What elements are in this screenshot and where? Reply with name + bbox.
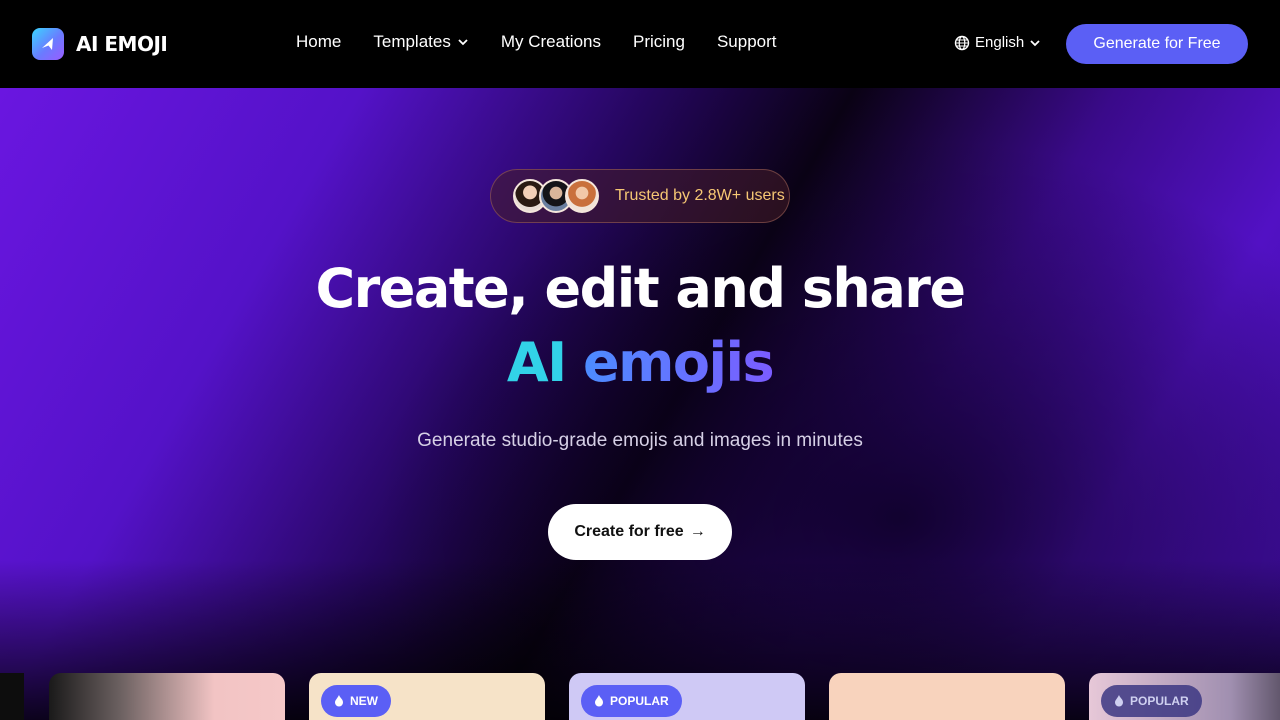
nav-links: Home Templates My Creations Pricing Supp… — [296, 32, 777, 52]
nav-link-home[interactable]: Home — [296, 32, 341, 52]
template-card[interactable]: POPULAR — [1089, 673, 1280, 720]
hero-title-line1: Create, edit and share — [315, 257, 966, 320]
nav-link-label: Home — [296, 32, 342, 51]
language-selector[interactable]: English — [954, 34, 1041, 51]
hero-title-ai: AI — [506, 331, 567, 394]
new-badge: NEW — [321, 685, 391, 717]
nav-link-templates[interactable]: Templates — [373, 32, 468, 52]
hero-subtitle: Generate studio-grade emojis and images … — [417, 430, 863, 451]
language-label: English — [975, 34, 1025, 51]
flame-icon — [1115, 695, 1123, 707]
badge-label: POPULAR — [610, 694, 669, 708]
chevron-down-icon — [1030, 39, 1040, 46]
trusted-badge: Trusted by 2.8W+ users — [490, 169, 790, 223]
generate-for-free-button[interactable]: Generate for Free — [1066, 24, 1248, 64]
nav-link-label: Templates — [373, 32, 451, 51]
flame-icon — [595, 695, 603, 707]
badge-label: NEW — [350, 694, 378, 708]
nav-link-my-creations[interactable]: My Creations — [501, 32, 601, 52]
template-cards: NEW POPULAR POPULAR — [0, 673, 1280, 720]
brand-logo[interactable]: AI EMOJI — [32, 28, 168, 60]
arrow-right-icon: → — [689, 523, 706, 540]
template-card[interactable]: NEW — [309, 673, 545, 720]
nav-link-label: Pricing — [632, 32, 685, 51]
template-card[interactable]: POPULAR — [569, 673, 805, 720]
create-for-free-button[interactable]: Create for free → — [548, 504, 732, 560]
badge-label: POPULAR — [1130, 694, 1189, 708]
avatar — [565, 179, 599, 213]
popular-badge: POPULAR — [1101, 685, 1202, 717]
hero-title-line2: AI emojis — [0, 336, 1280, 390]
nav-link-pricing[interactable]: Pricing — [633, 32, 685, 52]
nav-link-label: My Creations — [500, 32, 601, 51]
top-navbar: AI EMOJI Home Templates My Creations Pri… — [0, 0, 1280, 88]
trusted-text: Trusted by 2.8W+ users — [615, 187, 785, 204]
arrow-logo-icon — [32, 28, 64, 60]
template-card[interactable] — [49, 673, 285, 720]
create-for-free-label: Create for free — [574, 523, 684, 540]
brand-name: AI EMOJI — [76, 32, 168, 56]
user-avatars — [513, 179, 599, 213]
chevron-down-icon — [458, 39, 468, 46]
hero-section: Trusted by 2.8W+ users Create, edit and … — [0, 88, 1280, 720]
template-card[interactable] — [829, 673, 1065, 720]
hero-title-emojis: emojis — [583, 331, 775, 394]
flame-icon — [335, 695, 343, 707]
nav-link-support[interactable]: Support — [717, 32, 777, 52]
globe-icon — [954, 35, 970, 50]
popular-badge: POPULAR — [581, 685, 682, 717]
nav-link-label: Support — [716, 32, 777, 51]
